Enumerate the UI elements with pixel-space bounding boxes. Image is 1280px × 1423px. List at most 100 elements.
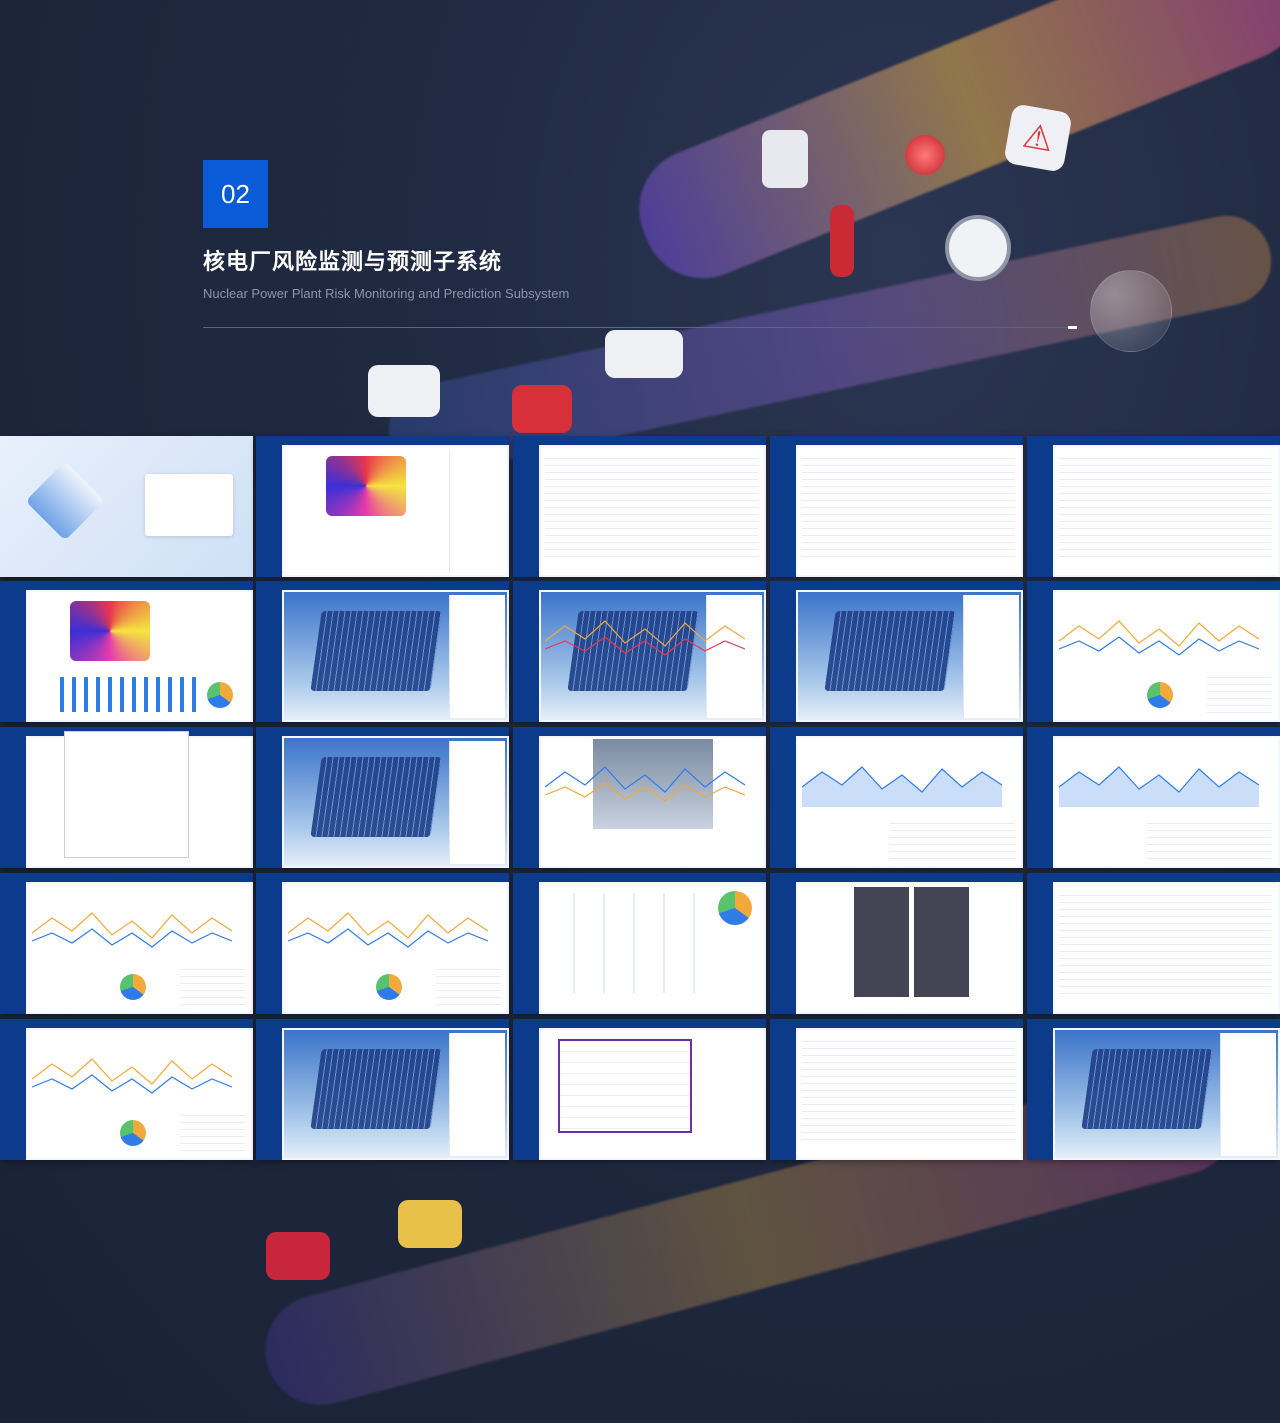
app-sidebar xyxy=(256,736,282,868)
screenshot-thumbnail-table xyxy=(1027,436,1280,577)
plant-3d-map xyxy=(824,611,956,691)
process-flowchart xyxy=(558,1039,692,1133)
app-sidebar xyxy=(1027,1028,1053,1160)
window-tile-icon xyxy=(368,365,440,417)
screenshot-thumbnail-tree xyxy=(513,436,766,577)
screenshot-thumbnail-line-dashboard xyxy=(256,873,509,1014)
app-header-bar xyxy=(1027,581,1280,590)
side-panel xyxy=(449,1033,505,1156)
gauge xyxy=(718,891,752,925)
screenshot-thumbnail-heatmap-dashboard xyxy=(0,581,253,722)
app-sidebar xyxy=(256,1028,282,1160)
app-header-bar xyxy=(0,1019,253,1028)
app-header-bar xyxy=(770,1019,1023,1028)
bar-chart xyxy=(60,677,200,712)
pie-chart xyxy=(376,974,402,1000)
screenshot-thumbnail-line-dashboard xyxy=(1027,581,1280,722)
app-sidebar xyxy=(770,1028,796,1160)
screenshot-thumbnail-heatmap xyxy=(256,436,509,577)
data-table xyxy=(545,452,758,562)
app-sidebar xyxy=(513,882,539,1014)
screenshot-thumbnail-flowchart xyxy=(513,1019,766,1160)
app-sidebar xyxy=(513,445,539,577)
mini-line-chart xyxy=(1059,766,1259,807)
mini-line-chart xyxy=(545,766,745,802)
mini-line-chart xyxy=(545,620,745,656)
screenshot-thumbnail-line-dashboard xyxy=(0,1019,253,1160)
app-header-bar xyxy=(1027,727,1280,736)
app-header-bar xyxy=(0,873,253,882)
app-header-bar xyxy=(513,581,766,590)
data-table xyxy=(180,1109,245,1154)
screenshot-grid xyxy=(0,436,1280,1166)
app-sidebar xyxy=(0,882,26,1014)
risk-heatmap xyxy=(326,456,406,516)
signal-tile-icon xyxy=(605,330,683,378)
login-card xyxy=(145,474,233,536)
divider xyxy=(203,327,1077,328)
data-table xyxy=(1207,671,1272,716)
radio-device-icon xyxy=(762,130,808,188)
app-sidebar xyxy=(770,736,796,868)
screenshot-thumbnail-3d-map-list xyxy=(256,1019,509,1160)
side-panel xyxy=(1220,1033,1276,1156)
data-table xyxy=(1059,452,1272,562)
plant-3d-map xyxy=(310,611,442,691)
donut-chart xyxy=(207,682,233,708)
app-sidebar xyxy=(513,1028,539,1160)
app-header-bar xyxy=(256,1019,509,1028)
app-header-bar xyxy=(1027,436,1280,445)
side-panel xyxy=(449,741,505,864)
screenshot-thumbnail-area-dashboard xyxy=(1027,727,1280,868)
mini-line-chart xyxy=(32,912,232,948)
plant-3d-map xyxy=(310,1049,442,1129)
data-table xyxy=(802,1035,1015,1145)
app-sidebar xyxy=(1027,736,1053,868)
bubble-icon xyxy=(1090,270,1172,352)
screenshot-thumbnail-scene-dashboard xyxy=(513,727,766,868)
pie-chart xyxy=(1147,682,1173,708)
data-table xyxy=(180,963,245,1008)
mini-line-chart xyxy=(288,912,488,948)
fire-extinguisher-icon xyxy=(830,205,854,277)
app-header-bar xyxy=(770,873,1023,882)
login-screen xyxy=(0,436,253,577)
app-sidebar xyxy=(1027,445,1053,577)
screenshot-thumbnail-login xyxy=(0,436,253,577)
mini-line-chart xyxy=(802,766,1002,807)
app-sidebar xyxy=(770,445,796,577)
app-header-bar xyxy=(256,581,509,590)
app-header-bar xyxy=(513,727,766,736)
app-header-bar xyxy=(256,873,509,882)
app-sidebar xyxy=(256,882,282,1014)
app-header-bar xyxy=(770,727,1023,736)
screenshot-thumbnail-sensor-cards xyxy=(513,873,766,1014)
screenshot-thumbnail-3d-map-list xyxy=(770,581,1023,722)
app-sidebar xyxy=(1027,590,1053,722)
plant-illustration xyxy=(25,461,105,541)
app-header-bar xyxy=(256,727,509,736)
app-header-bar xyxy=(1027,1019,1280,1028)
app-sidebar xyxy=(513,736,539,868)
minus-tile-icon xyxy=(512,385,572,433)
pie-chart xyxy=(120,974,146,1000)
app-header-bar xyxy=(770,436,1023,445)
app-header-bar xyxy=(513,1019,766,1028)
pie-chart xyxy=(120,1120,146,1146)
app-sidebar xyxy=(0,1028,26,1160)
plant-3d-map xyxy=(310,757,442,837)
screenshot-thumbnail-3d-map-list xyxy=(1027,1019,1280,1160)
app-sidebar xyxy=(513,590,539,722)
screenshot-thumbnail-tree-chart xyxy=(770,1019,1023,1160)
data-table xyxy=(1059,889,1272,999)
app-sidebar xyxy=(770,882,796,1014)
app-sidebar xyxy=(0,590,26,722)
red-tile-icon xyxy=(266,1232,330,1280)
screenshot-thumbnail-camera-grid xyxy=(770,873,1023,1014)
app-header-bar xyxy=(256,436,509,445)
personnel-dialog xyxy=(64,731,189,858)
screenshot-thumbnail-table xyxy=(1027,873,1280,1014)
mini-line-chart xyxy=(32,1058,232,1094)
app-sidebar xyxy=(0,736,26,868)
screenshot-thumbnail-line-dashboard xyxy=(0,873,253,1014)
